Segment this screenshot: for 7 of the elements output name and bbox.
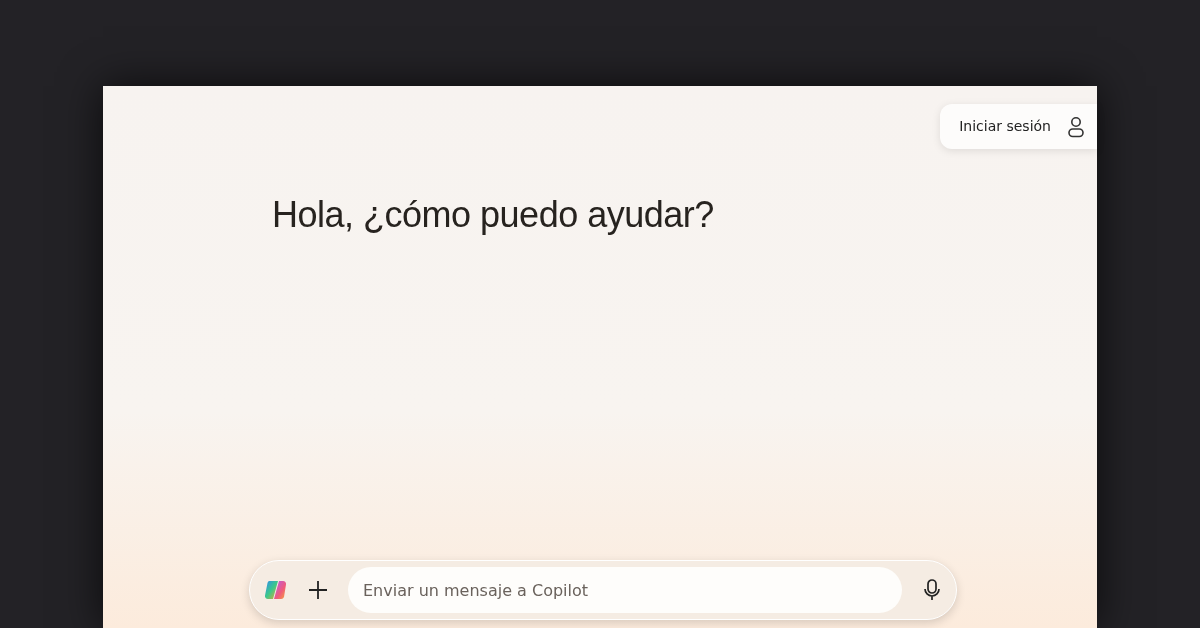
- greeting-heading: Hola, ¿cómo puedo ayudar?: [272, 193, 715, 237]
- message-input[interactable]: Enviar un mensaje a Copilot: [348, 567, 902, 613]
- microphone-icon: [922, 578, 942, 602]
- sign-in-button[interactable]: Iniciar sesión: [940, 104, 1097, 149]
- plus-icon: [308, 580, 328, 600]
- user-icon: [1067, 115, 1085, 138]
- copilot-logo-icon: [264, 578, 288, 602]
